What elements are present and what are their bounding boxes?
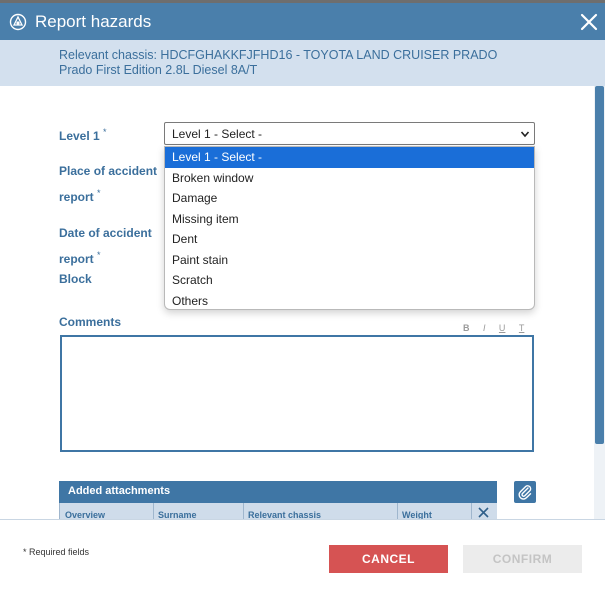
attachments-title: Added attachments <box>68 485 171 497</box>
required-mark: * <box>97 188 101 198</box>
date-label: Date of accident report * <box>59 222 152 270</box>
italic-button[interactable]: I <box>483 323 486 333</box>
paperclip-icon <box>518 485 532 500</box>
place-label: Place of accident report * <box>59 160 157 208</box>
column-divider <box>153 503 154 519</box>
required-mark: * <box>103 127 107 137</box>
column-divider <box>243 503 244 519</box>
report-hazards-dialog: Report hazards Relevant chassis: HDCFGHA… <box>0 0 605 594</box>
chassis-info-band: Relevant chassis: HDCFGHAKKFJFHD16 - TOY… <box>0 40 605 86</box>
engine-logo-icon <box>9 13 27 31</box>
cancel-button[interactable]: CANCEL <box>329 545 448 573</box>
dialog-title: Report hazards <box>35 12 152 31</box>
dropdown-option[interactable]: Damage <box>165 188 534 209</box>
attach-button[interactable] <box>514 481 536 503</box>
dropdown-option[interactable]: Missing item <box>165 209 534 230</box>
rich-text-toolbar: B I U T <box>463 318 533 333</box>
dropdown-option[interactable]: Level 1 - Select - <box>165 147 534 168</box>
dropdown-option[interactable]: Scratch <box>165 270 534 291</box>
level1-select-value: Level 1 - Select - <box>172 127 263 141</box>
comments-label: Comments <box>59 315 122 329</box>
comments-textarea[interactable] <box>60 335 534 452</box>
clear-format-button[interactable]: T <box>519 323 525 333</box>
chevron-down-icon <box>520 131 530 138</box>
scrollbar-thumb[interactable] <box>595 86 604 444</box>
close-icon[interactable] <box>578 11 600 33</box>
dialog-header: Report hazards <box>0 0 605 40</box>
attachments-header: Added attachments <box>59 481 497 503</box>
dropdown-option[interactable]: Dent <box>165 229 534 250</box>
level1-dropdown-list: Level 1 - Select - Broken window Damage … <box>164 146 535 310</box>
place-label-line2: report <box>59 190 94 204</box>
required-mark: * <box>97 250 101 260</box>
date-label-line1: Date of accident <box>59 226 152 240</box>
place-label-line1: Place of accident <box>59 164 158 178</box>
level1-select[interactable]: Level 1 - Select - <box>164 122 535 145</box>
confirm-button[interactable]: CONFIRM <box>463 545 582 573</box>
attachments-column-header: Overview Surname Relevant chassis Weight <box>59 503 497 520</box>
required-fields-note: * Required fields <box>23 547 90 557</box>
underline-button[interactable]: U <box>499 323 506 333</box>
chassis-info-text: Relevant chassis: HDCFGHAKKFJFHD16 - TOY… <box>59 48 498 77</box>
dropdown-option[interactable]: Broken window <box>165 168 534 189</box>
close-icon[interactable] <box>478 507 489 518</box>
bold-button[interactable]: B <box>463 323 470 333</box>
dropdown-option[interactable]: Paint stain <box>165 250 534 271</box>
column-divider <box>397 503 398 519</box>
dialog-footer: * Required fields CANCEL CONFIRM <box>0 519 605 594</box>
dropdown-option[interactable]: Others <box>165 291 534 312</box>
level1-label: Level 1 * <box>59 121 107 147</box>
block-label: Block <box>59 272 92 286</box>
level1-label-text: Level 1 <box>59 129 100 143</box>
column-divider <box>471 503 472 519</box>
date-label-line2: report <box>59 252 94 266</box>
